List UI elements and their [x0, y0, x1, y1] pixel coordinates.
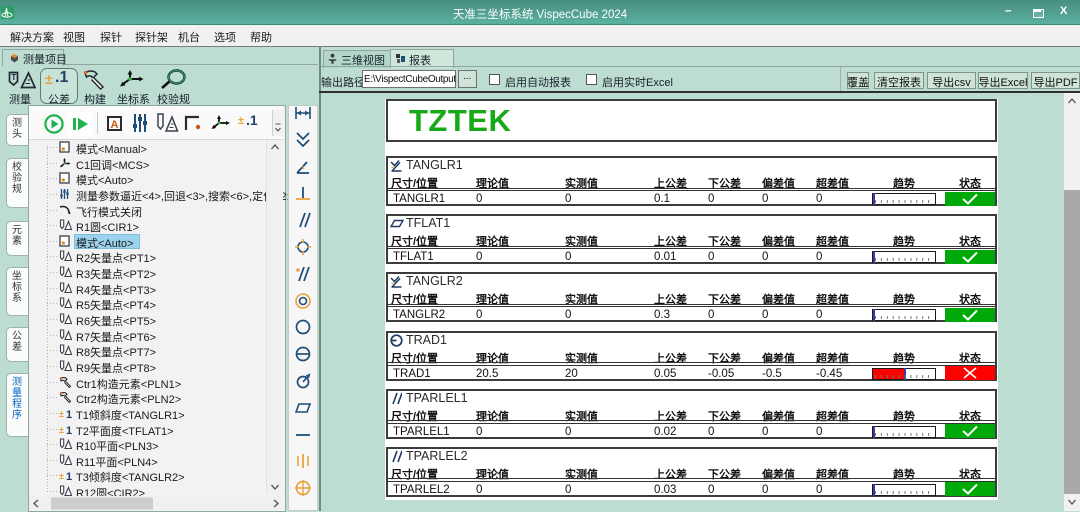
svg-text:±: ±: [59, 425, 64, 435]
svg-text:±: ±: [59, 471, 64, 481]
svg-text:1: 1: [66, 409, 72, 419]
svg-text:±: ±: [59, 409, 64, 419]
svg-text:A: A: [111, 119, 119, 131]
svg-text:1: 1: [66, 471, 72, 481]
svg-text:1: 1: [66, 425, 72, 435]
svg-text:T: T: [11, 73, 16, 82]
